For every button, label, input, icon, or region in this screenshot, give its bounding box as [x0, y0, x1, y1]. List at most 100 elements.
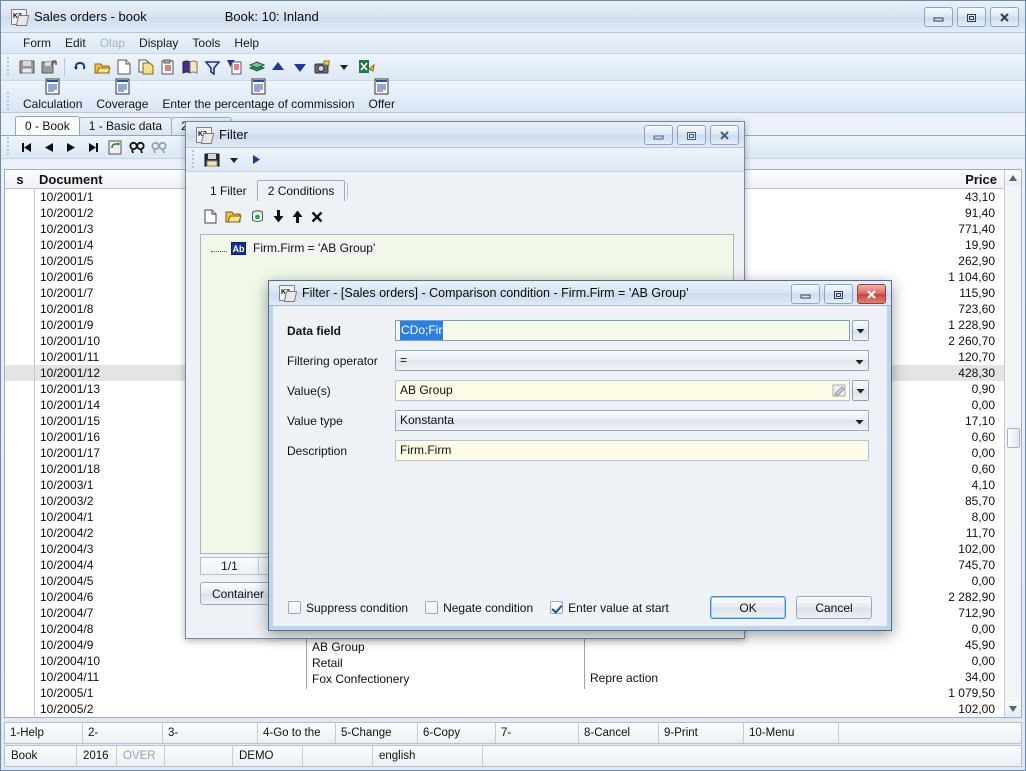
filter-document-icon[interactable] [223, 56, 245, 78]
dropdown-arrow-icon[interactable] [223, 149, 245, 171]
close-icon[interactable] [857, 284, 886, 304]
remove-icon[interactable] [311, 211, 323, 226]
new-document-icon[interactable] [113, 56, 135, 78]
find-next-icon[interactable] [148, 136, 170, 158]
export-excel-icon[interactable] [355, 56, 377, 78]
filter-toolbar [186, 148, 744, 172]
chevron-down-icon[interactable] [852, 320, 869, 341]
minimize-icon[interactable] [924, 7, 953, 27]
function-key[interactable]: 9-Print [659, 723, 744, 743]
camera-icon[interactable] [311, 56, 333, 78]
function-key[interactable]: 10-Menu [744, 723, 839, 743]
checkbox-box[interactable] [288, 601, 301, 614]
function-key[interactable]: 7- [496, 723, 579, 743]
maximize-icon[interactable] [824, 284, 853, 304]
book-icon[interactable] [179, 56, 201, 78]
suppress-condition-checkbox[interactable]: Suppress condition [288, 601, 408, 615]
open-folder-icon[interactable] [91, 56, 113, 78]
delete-condition-icon[interactable] [250, 209, 265, 227]
last-record-icon[interactable] [82, 136, 104, 158]
values-input[interactable]: AB Group [395, 380, 850, 401]
minimize-icon[interactable] [791, 284, 820, 304]
minimize-icon[interactable] [644, 125, 673, 145]
lookup-pencil-icon[interactable] [832, 384, 846, 403]
coverage-button[interactable]: Coverage [89, 78, 155, 112]
new-condition-icon[interactable] [204, 209, 217, 227]
filter-toolbar-grip[interactable] [190, 149, 197, 170]
filtering-operator-select[interactable]: = [395, 350, 869, 371]
function-key[interactable]: 2- [83, 723, 163, 743]
maximize-icon[interactable] [957, 7, 986, 27]
offer-button[interactable]: Offer [362, 78, 402, 112]
undo-icon[interactable] [69, 56, 91, 78]
menu-item-form[interactable]: Form [23, 36, 51, 50]
tab-basic-data[interactable]: 1 - Basic data [78, 117, 173, 135]
cell-s [5, 525, 35, 541]
scroll-down-icon[interactable] [1005, 701, 1021, 717]
data-field-input[interactable]: CDo;Fir [395, 320, 850, 341]
negate-condition-checkbox[interactable]: Negate condition [425, 601, 533, 615]
chevron-down-icon[interactable] [852, 380, 869, 401]
description-input[interactable]: Firm.Firm [395, 440, 869, 461]
maximize-icon[interactable] [677, 125, 706, 145]
run-icon[interactable] [245, 149, 267, 171]
chevron-down-icon[interactable] [851, 411, 868, 432]
enter-value-at-start-checkbox[interactable]: Enter value at start [550, 601, 669, 615]
condition-node[interactable]: Ab Firm.Firm = 'AB Group' [211, 241, 733, 255]
save-icon[interactable] [16, 56, 38, 78]
value-type-select[interactable]: Konstanta [395, 410, 869, 431]
move-up-icon[interactable] [292, 210, 303, 226]
scrollbar-thumb[interactable] [1007, 428, 1020, 448]
cancel-button[interactable]: Cancel [796, 596, 872, 619]
function-key[interactable]: 5-Change [336, 723, 418, 743]
column-header-s[interactable]: s [5, 172, 35, 187]
tab-book[interactable]: 0 - Book [15, 116, 80, 135]
cell-s [5, 477, 35, 493]
container-button[interactable]: Container [200, 582, 276, 605]
copy-document-icon[interactable] [135, 56, 157, 78]
chevron-down-icon[interactable] [851, 351, 868, 372]
open-condition-icon[interactable] [225, 209, 242, 227]
checkbox-box[interactable] [550, 601, 564, 614]
cell-s [5, 397, 35, 413]
action-toolbar-grip[interactable] [5, 92, 12, 112]
grid-vertical-scrollbar[interactable] [1004, 170, 1021, 717]
comparison-dialog-footer: Suppress condition Negate condition Ente… [269, 596, 891, 619]
toolbar-grip[interactable] [5, 57, 12, 77]
function-key[interactable]: 6-Copy [418, 723, 496, 743]
menu-item-tools[interactable]: Tools [192, 36, 220, 50]
find-icon[interactable] [126, 136, 148, 158]
previous-record-icon[interactable] [38, 136, 60, 158]
calculation-button[interactable]: Calculation [16, 78, 89, 112]
move-down-icon[interactable] [289, 56, 311, 78]
scroll-up-icon[interactable] [1005, 170, 1021, 186]
move-down-icon[interactable] [273, 210, 284, 226]
filter-funnel-icon[interactable] [201, 56, 223, 78]
grid-toolbar-grip[interactable] [5, 137, 12, 157]
function-key[interactable]: 8-Cancel [579, 723, 659, 743]
next-record-icon[interactable] [60, 136, 82, 158]
layers-icon[interactable] [245, 56, 267, 78]
function-key[interactable]: 3-Refresh/Restore [163, 723, 258, 759]
move-up-icon[interactable] [267, 56, 289, 78]
ok-button[interactable]: OK [710, 596, 786, 619]
commission-percentage-button[interactable]: Enter the percentage of commission [155, 78, 361, 112]
tab-conditions[interactable]: 2 Conditions [256, 180, 346, 201]
close-icon[interactable] [990, 7, 1019, 27]
function-key[interactable]: 4-Go to the record [258, 723, 336, 759]
refresh-icon[interactable] [104, 136, 126, 158]
paste-document-icon[interactable] [157, 56, 179, 78]
table-row[interactable]: 10/2005/2 102,00 [5, 701, 1021, 717]
close-icon[interactable] [710, 125, 739, 145]
menu-item-edit[interactable]: Edit [65, 36, 86, 50]
save-icon[interactable] [201, 149, 223, 171]
menu-item-display[interactable]: Display [139, 36, 178, 50]
filter-title-bar: Filter [186, 122, 744, 148]
save-as-icon[interactable] [38, 56, 60, 78]
dropdown-arrow-icon[interactable] [333, 56, 355, 78]
first-record-icon[interactable] [16, 136, 38, 158]
checkbox-box[interactable] [425, 601, 439, 614]
menu-item-help[interactable]: Help [234, 36, 259, 50]
function-key[interactable]: 1-Help [5, 723, 83, 743]
tab-filter[interactable]: 1 Filter [200, 181, 257, 201]
